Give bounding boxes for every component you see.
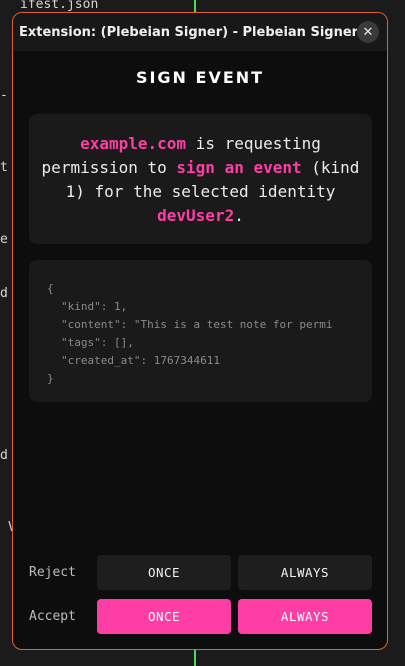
bg-text-fragment: e <box>0 232 8 247</box>
json-brace-open: { <box>47 282 54 295</box>
json-line: "kind": 1, <box>61 300 128 313</box>
extension-popup-window: Extension: (Plebeian Signer) - Plebeian … <box>12 12 388 650</box>
json-line: "created_at": 1767344611 <box>61 354 220 367</box>
reject-always-button[interactable]: ALWAYS <box>238 554 372 590</box>
requested-action: sign an event <box>176 158 302 177</box>
identity-name: devUser2 <box>157 206 235 225</box>
bg-text-fragment: d <box>0 448 8 463</box>
request-text: . <box>234 206 244 225</box>
accept-once-button[interactable]: ONCE <box>97 598 231 634</box>
reject-label: Reject <box>29 564 76 580</box>
editor-guide-line <box>194 0 196 12</box>
accept-always-button[interactable]: ALWAYS <box>238 598 372 634</box>
reject-row: Reject ONCE ALWAYS <box>29 554 372 590</box>
requesting-domain: example.com <box>80 134 187 153</box>
event-json-preview[interactable]: { "kind": 1, "content": "This is a test no… <box>29 260 372 402</box>
bg-text-fragment: t <box>0 160 8 175</box>
window-titlebar[interactable]: Extension: (Plebeian Signer) - Plebeian … <box>13 13 387 51</box>
bg-text-fragment: - <box>0 88 8 103</box>
bg-text-fragment: d <box>0 286 8 301</box>
action-buttons: Reject ONCE ALWAYS Accept ONCE ALWAYS <box>29 554 372 642</box>
bg-text-fragment: ifest.json <box>20 0 99 12</box>
json-line: "content": "This is a test note for perm… <box>61 318 333 331</box>
window-title: Extension: (Plebeian Signer) - Plebeian … <box>19 24 357 40</box>
reject-once-button[interactable]: ONCE <box>97 554 231 590</box>
accept-row: Accept ONCE ALWAYS <box>29 598 372 634</box>
close-icon[interactable]: ✕ <box>357 21 379 43</box>
request-message-card: example.com is requesting permission to … <box>29 114 372 244</box>
json-line: "tags": [], <box>61 336 134 349</box>
page-title: SIGN EVENT <box>135 68 265 87</box>
editor-guide-line-bottom <box>194 650 196 666</box>
json-brace-close: } <box>47 372 54 385</box>
accept-label: Accept <box>29 608 76 624</box>
